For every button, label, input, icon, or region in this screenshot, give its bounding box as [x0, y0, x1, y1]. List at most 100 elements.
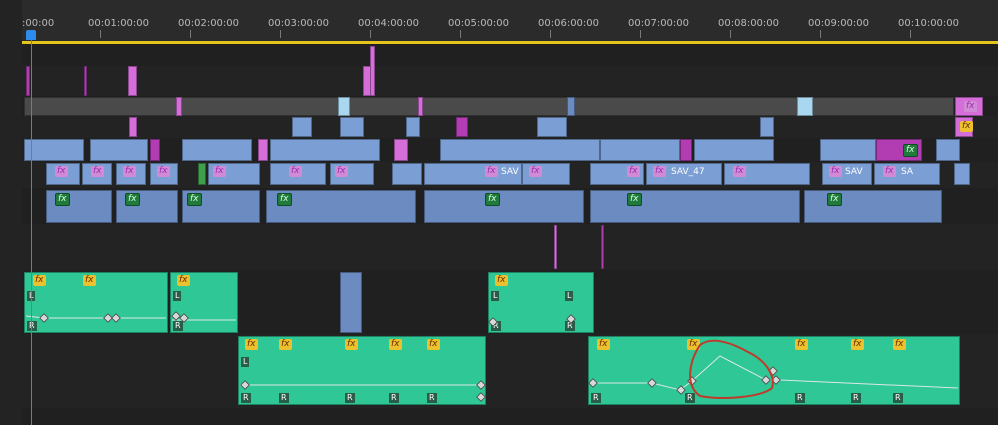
adjustment-clip[interactable] — [258, 139, 268, 161]
audio-clip[interactable]: fx — [804, 190, 942, 223]
adjustment-clip[interactable] — [26, 66, 30, 96]
adjustment-clip[interactable]: fx — [876, 139, 922, 161]
fx-badge-icon: fx — [485, 193, 500, 206]
video-clip[interactable] — [338, 97, 350, 116]
channel-right-label: R — [491, 321, 501, 331]
channel-right-label: R — [389, 393, 399, 403]
video-clip[interactable]: fx — [522, 163, 570, 185]
fx-badge-icon: fx — [687, 339, 700, 350]
video-clip[interactable] — [198, 163, 206, 185]
video-clip[interactable] — [406, 117, 420, 137]
video-clip[interactable] — [392, 163, 422, 185]
fx-badge-icon: fx — [289, 166, 302, 177]
adjustment-clip[interactable] — [150, 139, 160, 161]
fx-badge-icon: fx — [389, 339, 402, 350]
ruler-tick — [190, 30, 191, 38]
fx-badge-icon: fx — [125, 193, 140, 206]
video-clip[interactable] — [440, 139, 600, 161]
audio-clip[interactable]: fx L L R R — [488, 272, 594, 333]
fx-badge-icon: fx — [485, 166, 498, 177]
audio-clip[interactable]: fx — [116, 190, 178, 223]
adjustment-clip[interactable] — [363, 66, 371, 96]
audio-clip[interactable]: fx — [266, 190, 416, 223]
adjustment-clip[interactable] — [129, 117, 137, 137]
ruler-tick — [280, 30, 281, 38]
channel-left-label: L — [241, 357, 250, 367]
audio-clip[interactable] — [340, 272, 362, 333]
playhead-icon[interactable] — [26, 30, 36, 40]
video-clip[interactable] — [954, 163, 970, 185]
fx-badge-icon: fx — [495, 275, 508, 286]
clip-name: SA — [901, 167, 914, 177]
time-ruler[interactable]: :00:00 00:01:00:00 00:02:00:00 00:03:00:… — [22, 0, 998, 42]
video-clip[interactable]: fx SAV — [424, 163, 522, 185]
audio-clip[interactable]: fx fx L R — [24, 272, 168, 333]
adjustment-clip[interactable] — [680, 139, 692, 161]
channel-right-label: R — [591, 393, 601, 403]
ruler-label-9: 00:09:00:00 — [808, 18, 870, 29]
audio-clip[interactable]: fx — [424, 190, 584, 223]
audio-clip[interactable]: fx — [590, 190, 800, 223]
video-clip[interactable] — [567, 97, 575, 116]
track-v7 — [22, 66, 998, 97]
video-clip[interactable] — [292, 117, 312, 137]
video-clip[interactable]: fx — [724, 163, 810, 185]
video-clip[interactable]: fx — [82, 163, 112, 185]
video-clip[interactable] — [90, 139, 148, 161]
video-clip[interactable] — [340, 117, 364, 137]
video-clip[interactable] — [600, 139, 680, 161]
fx-badge-icon: fx — [529, 166, 542, 177]
channel-left-label: L — [491, 291, 500, 301]
video-clip[interactable]: fx — [46, 163, 80, 185]
video-clip[interactable]: fx SAV — [822, 163, 872, 185]
video-clip[interactable] — [760, 117, 774, 137]
video-clip[interactable]: fx — [330, 163, 374, 185]
adjustment-clip[interactable] — [456, 117, 468, 137]
track-a2 — [22, 224, 998, 271]
ruler-tick — [910, 30, 911, 38]
adjustment-clip[interactable] — [394, 139, 408, 161]
fx-badge-icon: fx — [627, 193, 642, 206]
ruler-tick — [730, 30, 731, 38]
track-header-column[interactable] — [0, 0, 23, 425]
video-clip[interactable] — [694, 139, 774, 161]
adjustment-clip[interactable] — [128, 66, 137, 96]
video-clip[interactable] — [537, 117, 567, 137]
audio-clip[interactable]: fx — [182, 190, 260, 223]
fx-badge-icon: fx — [883, 166, 896, 177]
video-clip[interactable]: fx — [590, 163, 644, 185]
video-clip[interactable]: fx SA — [874, 163, 940, 185]
fx-badge-icon: fx — [245, 339, 258, 350]
adjustment-clip[interactable] — [601, 225, 604, 269]
adjustment-clip[interactable]: fx — [955, 117, 973, 137]
ruler-tick — [370, 30, 371, 38]
video-clip[interactable] — [797, 97, 813, 116]
sequence-timeline[interactable]: :00:00 00:01:00:00 00:02:00:00 00:03:00:… — [0, 0, 998, 425]
video-clip[interactable] — [24, 139, 84, 161]
audio-clip[interactable]: fx — [46, 190, 112, 223]
video-clip[interactable] — [270, 139, 380, 161]
channel-right-label: R — [279, 393, 289, 403]
audio-clip-annotated[interactable]: fx fx fx fx fx R R R R R — [588, 336, 960, 405]
video-clip[interactable]: fx SAV_47 — [646, 163, 722, 185]
video-clip[interactable]: fx — [150, 163, 178, 185]
fx-badge-icon: fx — [733, 166, 746, 177]
video-clip[interactable]: fx — [208, 163, 260, 185]
video-clip[interactable] — [820, 139, 876, 161]
adjustment-clip[interactable] — [418, 97, 423, 116]
channel-right-label: R — [345, 393, 355, 403]
adjustment-clip[interactable] — [554, 225, 557, 269]
video-clip-gray[interactable] — [24, 97, 954, 116]
video-clip[interactable]: fx — [116, 163, 146, 185]
video-clip[interactable] — [182, 139, 252, 161]
ruler-tick — [460, 30, 461, 38]
video-clip[interactable] — [936, 139, 960, 161]
adjustment-clip[interactable] — [84, 66, 87, 96]
ruler-label-4: 00:04:00:00 — [358, 18, 420, 29]
video-clip[interactable]: fx — [270, 163, 326, 185]
audio-clip[interactable]: fx L R — [170, 272, 238, 333]
adjustment-clip[interactable]: fx — [955, 97, 983, 116]
audio-clip[interactable]: fx fx fx fx fx L R R R R R — [238, 336, 486, 405]
playhead-line[interactable] — [31, 40, 32, 425]
adjustment-clip[interactable] — [176, 97, 182, 116]
